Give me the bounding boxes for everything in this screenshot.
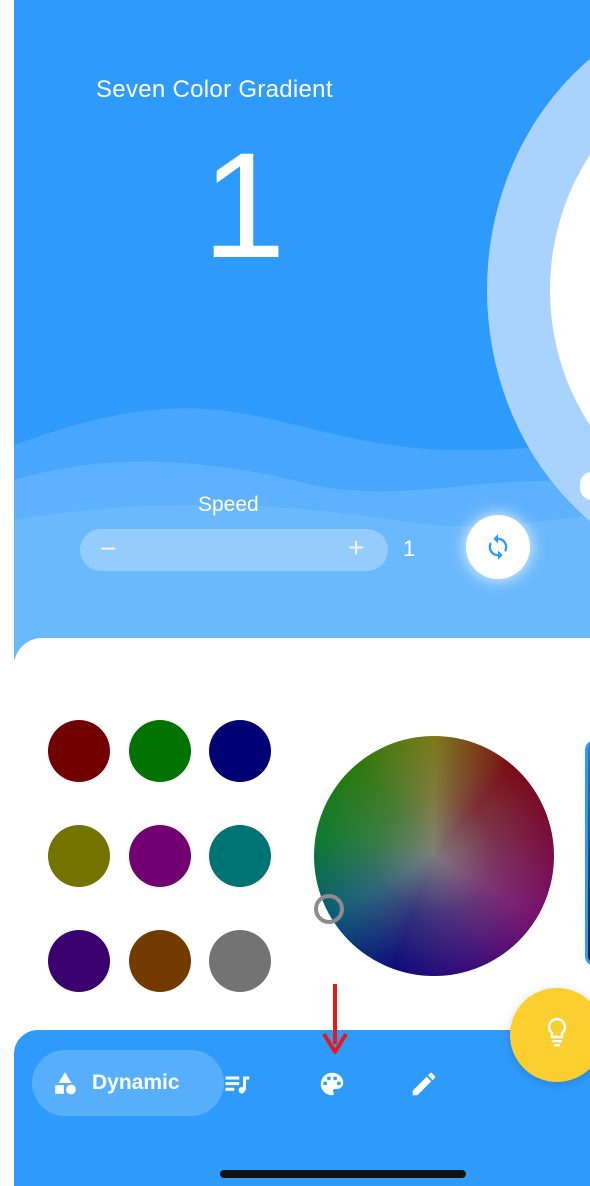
mode-number: 1 — [202, 121, 286, 289]
tab-palette[interactable] — [314, 1066, 350, 1102]
speed-decrease-button[interactable]: − — [100, 533, 116, 565]
repeat-button[interactable] — [466, 515, 530, 579]
color-swatch[interactable] — [209, 720, 271, 782]
pencil-icon — [412, 1072, 436, 1096]
color-swatch[interactable] — [48, 825, 110, 887]
mode-title: Seven Color Gradient — [96, 76, 333, 103]
speed-label: Speed — [198, 493, 259, 516]
brightness-preview-strip[interactable] — [585, 740, 590, 966]
bottom-navigation: Dynamic — [14, 1030, 590, 1186]
color-swatch[interactable] — [209, 825, 271, 887]
palette-icon — [320, 1072, 344, 1096]
color-swatch[interactable] — [129, 720, 191, 782]
tab-music[interactable] — [220, 1066, 256, 1102]
red-arrow-annotation — [322, 984, 348, 1054]
tab-edit[interactable] — [406, 1066, 442, 1102]
tab-dynamic-label: Dynamic — [92, 1071, 180, 1094]
speed-slider[interactable]: − + — [80, 529, 388, 571]
app-screen: Seven Color Gradient 1 Speed − + 1 Dynam… — [0, 0, 590, 1186]
speed-value: 1 — [403, 536, 416, 561]
lightbulb-icon — [547, 1017, 567, 1047]
color-swatch[interactable] — [209, 930, 271, 992]
speed-increase-button[interactable]: + — [348, 532, 364, 564]
color-swatch[interactable] — [48, 930, 110, 992]
color-swatch[interactable] — [129, 930, 191, 992]
color-wheel-handle[interactable] — [314, 894, 344, 924]
music-list-icon — [225, 1076, 250, 1094]
shapes-icon — [55, 1072, 76, 1095]
tab-dynamic[interactable]: Dynamic — [32, 1050, 224, 1116]
color-swatch[interactable] — [129, 825, 191, 887]
repeat-icon — [488, 534, 508, 560]
color-wheel[interactable] — [314, 736, 554, 976]
color-swatch[interactable] — [48, 720, 110, 782]
home-indicator — [220, 1170, 466, 1178]
